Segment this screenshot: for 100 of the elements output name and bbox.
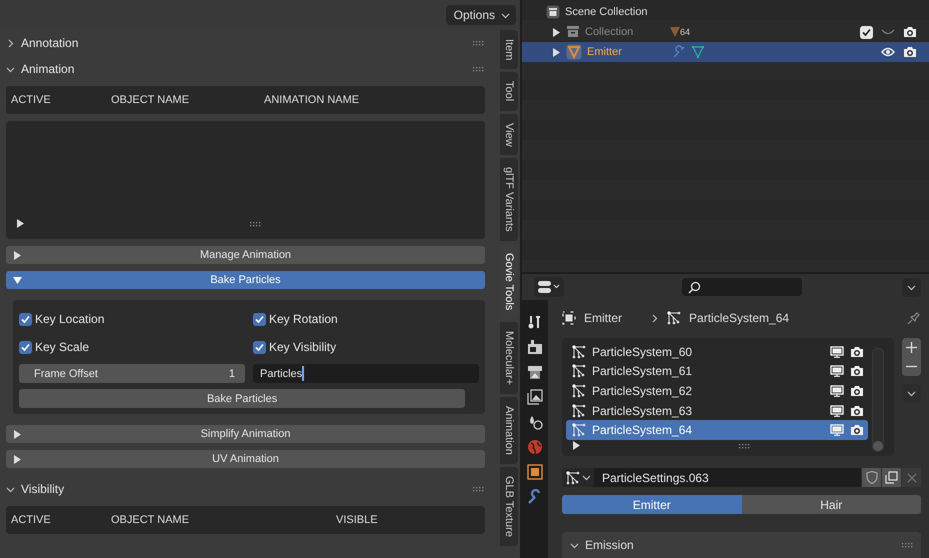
list-item[interactable]: ParticleSystem_62	[566, 381, 868, 401]
sidebar-tab[interactable]: Tool	[500, 72, 518, 111]
sidebar-tab[interactable]: Animation	[500, 397, 518, 464]
object-icon[interactable]	[527, 464, 543, 480]
triangle-down-icon	[13, 276, 22, 284]
sidebar-tab[interactable]: glTF Variants	[500, 158, 518, 241]
monitor-icon[interactable]	[830, 384, 844, 397]
monitor-icon[interactable]	[830, 346, 844, 358]
column-header: OBJECT NAME	[111, 94, 190, 106]
list-item[interactable]: ParticleSystem_61	[566, 362, 868, 382]
scrollbar[interactable]	[872, 348, 884, 452]
camera-icon[interactable]	[903, 46, 917, 58]
options-dropdown[interactable]: Options	[446, 5, 516, 25]
number-field[interactable]: Frame Offset 1	[19, 364, 245, 383]
list-item[interactable]: ParticleSystem_60	[566, 342, 868, 362]
chevron-down-icon	[6, 484, 15, 494]
checkbox[interactable]	[860, 26, 873, 38]
camera-icon[interactable]	[850, 404, 864, 417]
panel-header[interactable]: Annotation	[0, 30, 500, 56]
cone-data-icon	[670, 27, 680, 37]
breadcrumb-item: ParticleSystem_64	[689, 311, 790, 325]
search-field[interactable]	[682, 278, 802, 296]
pin-icon[interactable]	[907, 311, 921, 325]
checkbox-label: Key Visibility	[269, 340, 336, 354]
monitor-icon[interactable]	[830, 365, 844, 378]
fake-user-button[interactable]	[861, 468, 881, 487]
checkbox[interactable]	[253, 340, 266, 354]
camera-icon[interactable]	[903, 26, 917, 38]
sidebar-tab[interactable]: View	[500, 114, 518, 156]
checkbox-label: Key Location	[35, 312, 104, 326]
sidebar-tab[interactable]: Molecular+	[500, 322, 518, 394]
camera-icon[interactable]	[850, 424, 864, 436]
list-item[interactable]: ParticleSystem_64	[566, 420, 868, 440]
eye-icon[interactable]	[881, 47, 895, 57]
monitor-icon[interactable]	[830, 404, 844, 417]
editor-type-button[interactable]	[534, 277, 564, 297]
grip-icon	[473, 486, 484, 492]
render-icon[interactable]	[527, 339, 543, 355]
bake-button[interactable]: Bake Particles	[19, 389, 466, 408]
dropdown-button[interactable]	[902, 278, 921, 296]
triangle-right-icon	[552, 48, 561, 56]
particles-icon	[667, 311, 682, 325]
chevron-down-icon	[907, 282, 916, 292]
column-header: ANIMATION NAME	[264, 94, 360, 106]
drops-icon[interactable]	[527, 414, 543, 430]
subpanel-header[interactable]: UV Animation	[6, 450, 485, 468]
image-stack-icon[interactable]	[527, 389, 543, 405]
grip-icon	[473, 40, 484, 46]
chevron-right-icon	[650, 314, 660, 322]
collection-icon	[546, 5, 560, 19]
mesh-icon[interactable]	[691, 45, 705, 59]
column-header: OBJECT NAME	[111, 514, 190, 526]
wrench-icon[interactable]	[527, 489, 543, 505]
panel-title: Emission	[585, 538, 635, 552]
sidebar-tab[interactable]: GLB Texture	[500, 467, 518, 546]
chevron-down-icon	[582, 473, 590, 482]
specials-menu-button[interactable]	[902, 384, 921, 403]
count-label: 64	[680, 27, 690, 37]
sidebar-tab[interactable]: Item	[500, 30, 518, 70]
settings-name-field[interactable]: ParticleSettings.063	[594, 468, 861, 487]
printer-icon[interactable]	[527, 364, 543, 380]
particles-icon	[566, 470, 580, 484]
checkbox-label: Key Rotation	[269, 312, 338, 326]
panel-header[interactable]: Emission	[562, 532, 921, 558]
type-toggle[interactable]: Emitter	[562, 495, 742, 514]
checkbox[interactable]	[253, 312, 266, 326]
tool-icon[interactable]	[527, 314, 543, 330]
settings-browse-button[interactable]	[562, 468, 594, 487]
subpanel-header[interactable]: Bake Particles	[6, 271, 485, 289]
object-icon	[562, 311, 576, 325]
camera-icon[interactable]	[850, 384, 864, 397]
outliner-row[interactable]: Emitter	[522, 42, 929, 62]
globe-icon[interactable]	[527, 439, 543, 455]
scene-collection-label[interactable]: Scene Collection	[565, 6, 648, 18]
duplicate-button[interactable]	[881, 468, 901, 487]
triangle-right-icon	[572, 441, 581, 450]
camera-icon[interactable]	[850, 346, 864, 358]
list-item[interactable]: ParticleSystem_63	[566, 400, 868, 420]
subpanel-header[interactable]: Manage Animation	[6, 246, 485, 264]
panel-header[interactable]: Visibility	[0, 476, 500, 502]
checkbox[interactable]	[19, 312, 32, 326]
camera-icon[interactable]	[850, 365, 864, 378]
type-toggle[interactable]: Hair	[742, 495, 921, 514]
grip-icon	[739, 444, 750, 449]
panel-header[interactable]: Animation	[0, 56, 500, 82]
outliner-row[interactable]: Collection 64	[522, 22, 929, 42]
eye-closed-icon[interactable]	[881, 28, 895, 36]
search-icon	[688, 280, 701, 294]
triangle-right-icon	[13, 430, 22, 438]
checkbox[interactable]	[19, 340, 32, 354]
cone-object-icon	[566, 44, 582, 60]
chevron-right-icon	[6, 38, 15, 48]
checkbox-label: Key Scale	[35, 340, 90, 354]
text-field[interactable]: Particles	[253, 364, 479, 383]
triangle-right-icon	[13, 454, 22, 464]
chevron-down-icon	[501, 10, 510, 20]
outliner-item-name: Emitter	[587, 46, 623, 58]
shield-icon	[866, 471, 878, 484]
subpanel-header[interactable]: Simplify Animation	[6, 425, 485, 443]
particles-icon	[572, 423, 586, 438]
